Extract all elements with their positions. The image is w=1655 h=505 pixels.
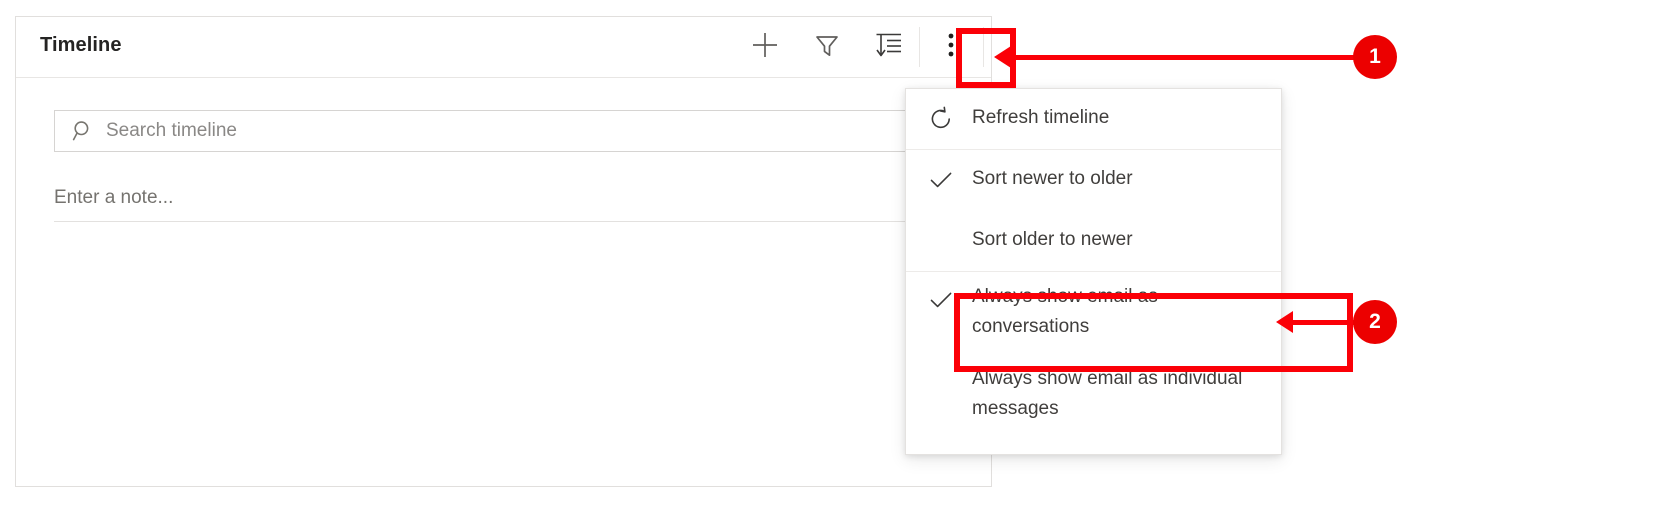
menu-item-no-icon [928,211,972,224]
checkmark-icon [928,150,972,193]
page-title: Timeline [40,34,122,56]
add-record-button[interactable] [735,17,795,77]
search-icon [71,119,95,143]
callout-badge-1: 1 [1353,35,1397,79]
callout-connector-1 [1010,55,1360,60]
menu-item-label: Sort newer to older [972,168,1133,189]
menu-item-label: Sort older to newer [972,229,1133,250]
more-vertical-icon [948,31,954,64]
sort-button[interactable] [859,17,919,77]
menu-item-sort-older-to-newer[interactable]: Sort older to newer [906,211,1281,271]
callout-highlight-conversations-item [954,293,1353,372]
funnel-filter-icon [813,31,841,64]
callout-arrowhead-2 [1276,311,1293,333]
timeline-panel: Timeline Search timeline Enter a note... [15,16,992,487]
menu-item-label: Refresh timeline [972,107,1110,128]
callout-badge-2: 2 [1353,300,1397,344]
more-commands-menu: Refresh timeline Sort newer to older Sor… [905,88,1282,455]
sort-descending-icon [874,31,904,64]
screenshot-stage: Timeline Search timeline Enter a note...… [0,0,1655,505]
timeline-header: Timeline [16,17,991,78]
refresh-icon [928,89,972,132]
toolbar-divider-left [919,27,920,67]
filter-button[interactable] [797,17,857,77]
callout-connector-2 [1290,320,1360,325]
menu-item-refresh-timeline[interactable]: Refresh timeline [906,89,1281,149]
plus-icon [750,30,780,65]
search-timeline-box[interactable]: Search timeline [54,110,986,152]
callout-arrowhead-1 [994,46,1011,68]
menu-item-sort-newer-to-older[interactable]: Sort newer to older [906,150,1281,211]
search-input[interactable]: Search timeline [106,120,237,142]
note-input[interactable]: Enter a note... [54,187,173,209]
note-input-row[interactable]: Enter a note... [54,175,986,222]
